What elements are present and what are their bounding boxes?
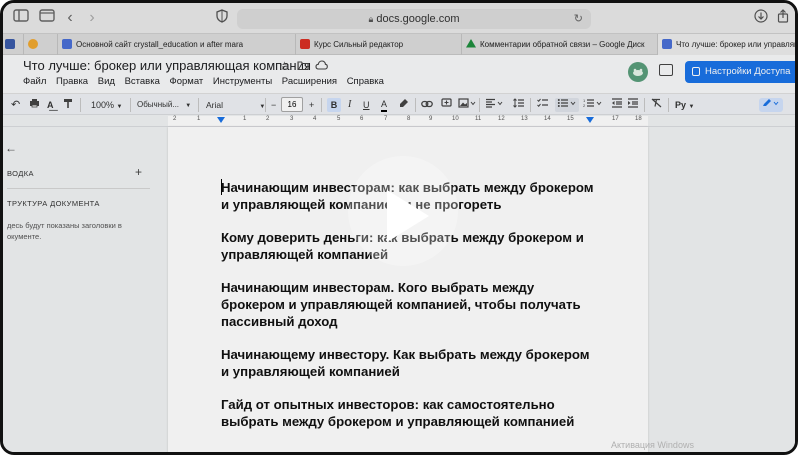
play-icon (387, 190, 429, 242)
screen-frame: ‹ › 🔒︎ docs.google.com ↻ Основной сайт c… (0, 0, 798, 455)
